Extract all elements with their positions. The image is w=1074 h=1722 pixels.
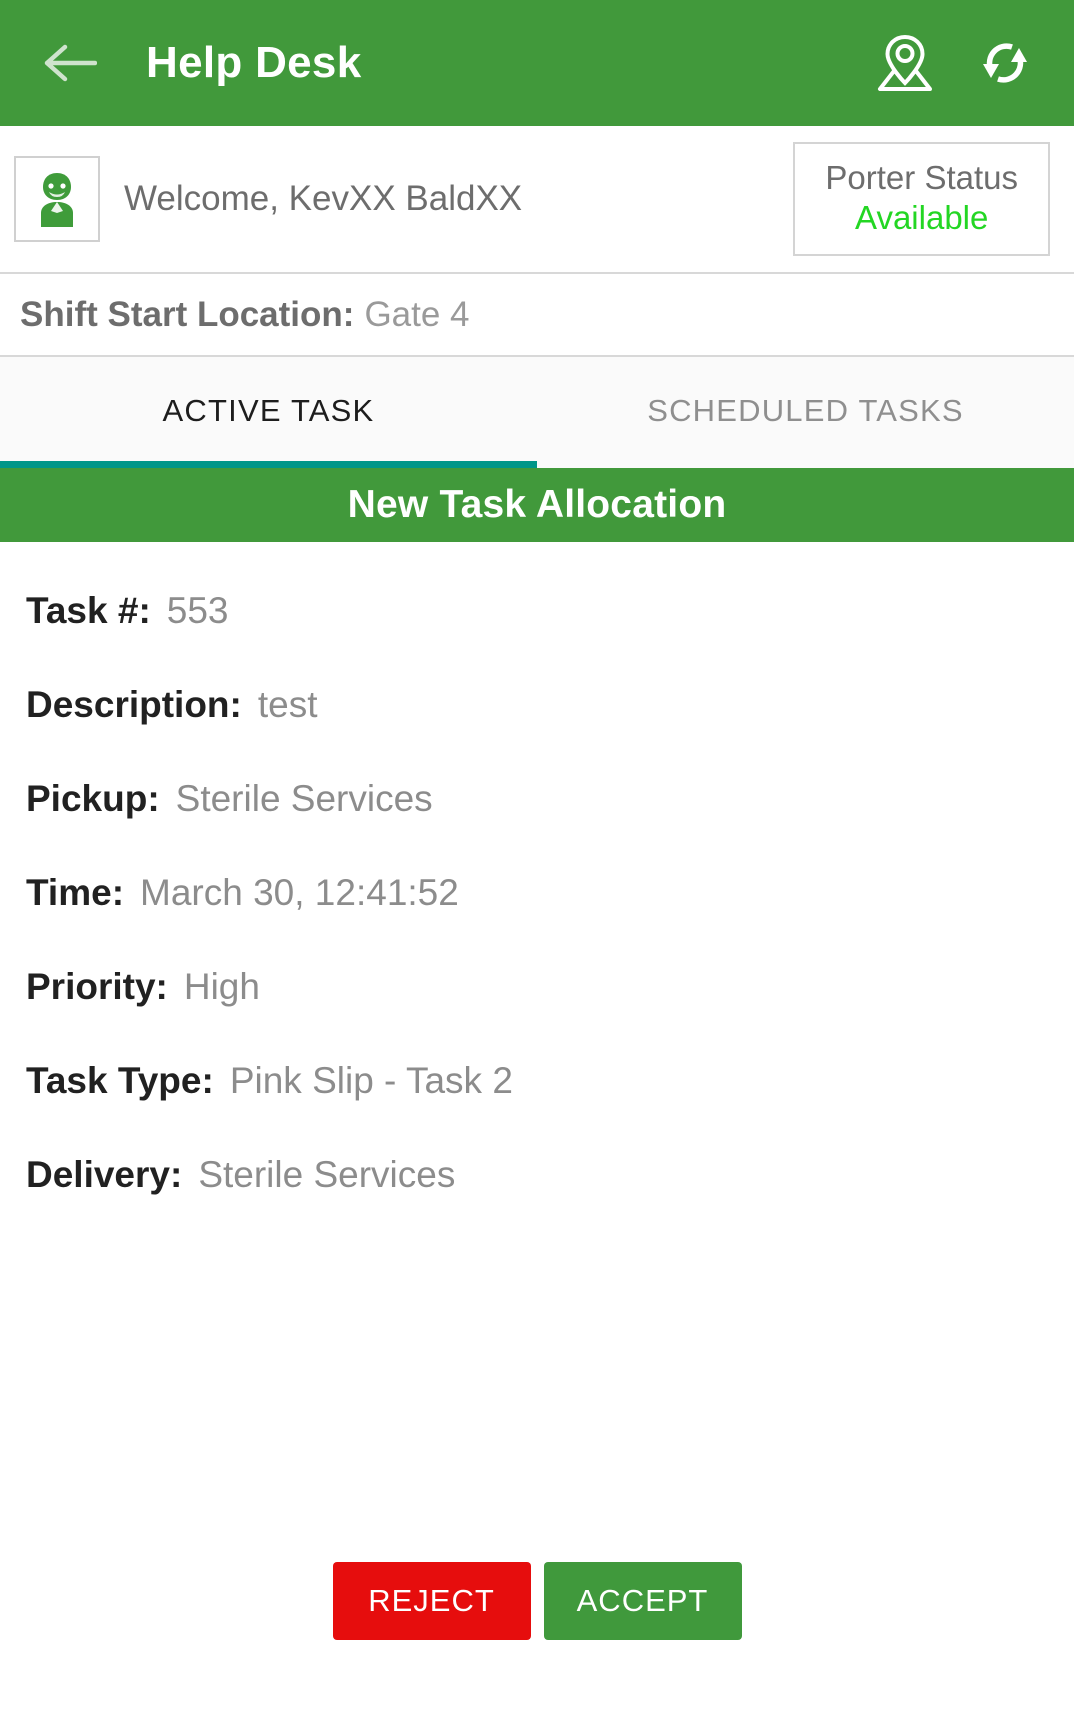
- shift-start-location-row: Shift Start Location: Gate 4: [0, 274, 1074, 357]
- accept-button[interactable]: ACCEPT: [543, 1562, 742, 1640]
- field-label: Delivery:: [26, 1154, 183, 1195]
- task-field-description: Description: test: [26, 684, 1074, 726]
- task-field-delivery: Delivery: Sterile Services: [26, 1154, 1074, 1196]
- porter-status-box[interactable]: Porter Status Available: [793, 141, 1050, 257]
- welcome-bar: Welcome, KevXX BaldXX Porter Status Avai…: [0, 126, 1074, 274]
- field-label: Priority:: [26, 966, 168, 1007]
- field-value: High: [183, 966, 260, 1007]
- tab-scheduled-tasks[interactable]: SCHEDULED TASKS: [537, 357, 1074, 468]
- avatar: [14, 156, 100, 242]
- tab-bar: ACTIVE TASK SCHEDULED TASKS: [0, 357, 1074, 468]
- tab-indicator: [0, 461, 537, 468]
- task-field-time: Time: March 30, 12:41:52: [26, 872, 1074, 914]
- field-value: 553: [166, 590, 229, 631]
- task-field-task-number: Task #: 553: [26, 590, 1074, 632]
- back-button[interactable]: [34, 27, 106, 99]
- task-field-task-type: Task Type: Pink Slip - Task 2: [26, 1060, 1074, 1102]
- app-bar: Help Desk: [0, 0, 1074, 126]
- map-location-pin-icon: [878, 34, 932, 91]
- field-value: test: [257, 684, 318, 725]
- new-task-allocation-header: New Task Allocation: [0, 468, 1074, 542]
- field-value: March 30, 12:41:52: [140, 872, 459, 913]
- field-value: Sterile Services: [175, 778, 433, 819]
- shift-start-location-label: Shift Start Location:: [20, 294, 355, 334]
- welcome-message: Welcome, KevXX BaldXX: [124, 179, 523, 218]
- field-value: Sterile Services: [198, 1154, 456, 1195]
- page-title: Help Desk: [146, 38, 362, 87]
- user-avatar-icon: [41, 173, 73, 227]
- arrow-left-icon: [44, 44, 97, 82]
- field-label: Task #:: [26, 590, 151, 631]
- new-task-allocation-title: New Task Allocation: [347, 483, 727, 526]
- task-field-priority: Priority: High: [26, 966, 1074, 1008]
- field-label: Task Type:: [26, 1060, 214, 1101]
- tab-active-task[interactable]: ACTIVE TASK: [0, 357, 537, 468]
- help-desk-screen: Help Desk Welcome, KevXX BaldXX Porter S…: [0, 0, 1074, 1722]
- shift-start-location-value: Gate 4: [364, 294, 470, 334]
- porter-status-value: Available: [855, 199, 989, 237]
- reject-button[interactable]: REJECT: [332, 1562, 531, 1640]
- field-label: Pickup:: [26, 778, 160, 819]
- task-details: Task #: 553 Description: test Pickup: St…: [0, 542, 1074, 1554]
- action-button-bar: REJECT ACCEPT: [0, 1554, 1074, 1722]
- task-field-pickup: Pickup: Sterile Services: [26, 778, 1074, 820]
- location-button[interactable]: [862, 20, 948, 106]
- field-value: Pink Slip - Task 2: [229, 1060, 513, 1101]
- field-label: Time:: [26, 872, 125, 913]
- field-label: Description:: [26, 684, 242, 725]
- refresh-sync-icon: [983, 43, 1027, 83]
- refresh-button[interactable]: [962, 20, 1048, 106]
- porter-status-label: Porter Status: [825, 158, 1018, 196]
